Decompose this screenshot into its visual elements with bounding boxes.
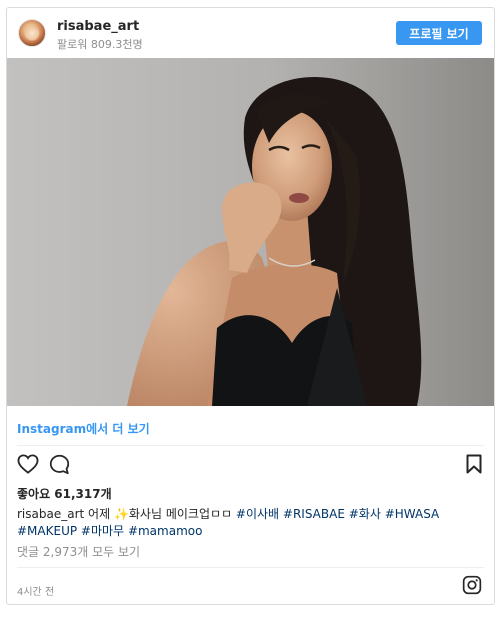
post-photo-image: [7, 58, 494, 406]
hashtag[interactable]: #MAKEUP: [17, 524, 77, 538]
view-profile-button[interactable]: 프로필 보기: [396, 21, 482, 45]
username[interactable]: risabae_art: [57, 19, 139, 34]
post-caption: risabae_art 어제 ✨화사님 메이크업ㅁㅁ #이사배 #RISABAE…: [17, 506, 485, 540]
view-on-instagram-link[interactable]: Instagram에서 더 보기: [17, 420, 150, 437]
instagram-logo-icon[interactable]: [462, 575, 482, 595]
divider: [17, 445, 484, 446]
instagram-embed-card: risabae_art 팔로워 809.3천명 프로필 보기 Instagram…: [6, 7, 495, 605]
hashtag[interactable]: #RISABAE: [283, 507, 345, 521]
hashtag[interactable]: #HWASA: [385, 507, 440, 521]
caption-author[interactable]: risabae_art: [17, 507, 84, 521]
view-all-comments-link[interactable]: 댓글 2,973개 모두 보기: [17, 543, 140, 560]
sparkle-emoji: ✨: [113, 507, 129, 521]
like-count[interactable]: 좋아요 61,317개: [17, 485, 112, 502]
caption-text: 어제: [84, 507, 114, 521]
comment-icon[interactable]: [49, 454, 70, 475]
hashtag[interactable]: #마마무: [81, 524, 124, 538]
hashtag[interactable]: #mamamoo: [128, 524, 203, 538]
hashtag[interactable]: #이사배: [236, 507, 279, 521]
avatar[interactable]: [18, 19, 46, 47]
divider: [17, 567, 484, 568]
post-timestamp: 4시간 전: [17, 587, 55, 598]
post-header: risabae_art 팔로워 809.3천명 프로필 보기: [7, 8, 494, 58]
caption-text: 화사님 메이크업ㅁㅁ: [128, 507, 236, 521]
hashtag[interactable]: #화사: [349, 507, 381, 521]
follower-count: 팔로워 809.3천명: [57, 38, 143, 51]
heart-icon[interactable]: [17, 454, 39, 474]
post-photo[interactable]: [7, 58, 494, 406]
bookmark-icon[interactable]: [466, 454, 482, 474]
